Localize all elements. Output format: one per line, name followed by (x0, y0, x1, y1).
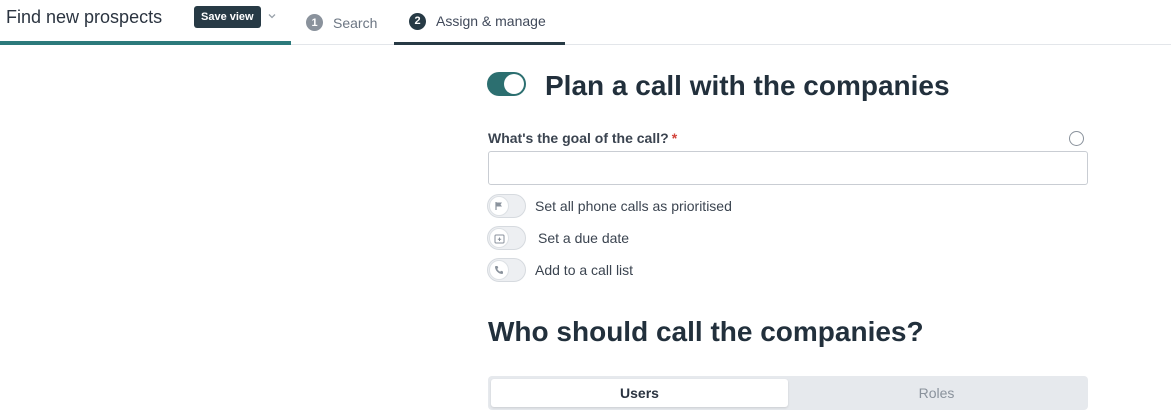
required-mark: * (671, 130, 678, 146)
option-call-list[interactable]: Add to a call list (487, 258, 633, 282)
calendar-icon (494, 234, 504, 243)
tab-assign-manage[interactable]: 2 Assign & manage (394, 0, 565, 45)
tab-search-label: Search (333, 14, 378, 31)
toggle-knob (504, 74, 524, 94)
top-header: Find new prospects Save view 1 Search 2 … (0, 0, 1171, 45)
who-should-call-title: Who should call the companies? (488, 316, 924, 347)
page-title: Find new prospects (6, 7, 163, 27)
toggle-knob (489, 196, 509, 216)
due-date-toggle[interactable] (487, 226, 526, 250)
goal-input[interactable] (488, 151, 1088, 185)
goal-field-label: What's the goal of the call? * (488, 130, 677, 146)
assignee-type-switch: Users Roles (488, 376, 1088, 410)
segment-roles[interactable]: Roles (788, 379, 1085, 407)
header-title-area: Find new prospects Save view (0, 0, 291, 45)
phone-icon (495, 266, 503, 274)
option-prioritise[interactable]: Set all phone calls as prioritised (487, 194, 732, 218)
plan-call-title: Plan a call with the companies (545, 70, 950, 101)
save-view-button[interactable]: Save view (194, 6, 261, 28)
tab-search[interactable]: 1 Search (306, 0, 377, 45)
help-circle-icon[interactable] (1069, 131, 1084, 146)
step-number-2: 2 (409, 12, 426, 30)
call-list-toggle[interactable] (487, 258, 526, 282)
segment-users[interactable]: Users (491, 379, 788, 407)
tab-assign-manage-label: Assign & manage (436, 13, 546, 29)
call-list-label: Add to a call list (535, 262, 634, 278)
toggle-knob (489, 260, 509, 280)
flag-icon (495, 202, 502, 210)
toggle-knob (489, 228, 509, 248)
goal-label-text: What's the goal of the call? (488, 130, 669, 146)
prioritise-label: Set all phone calls as prioritised (535, 198, 732, 214)
due-date-label: Set a due date (538, 230, 630, 246)
chevron-down-icon[interactable] (266, 9, 278, 21)
prioritise-toggle[interactable] (487, 194, 526, 218)
option-due-date[interactable]: Set a due date (487, 226, 629, 250)
step-number-1: 1 (306, 14, 323, 31)
plan-call-toggle[interactable] (487, 72, 526, 96)
